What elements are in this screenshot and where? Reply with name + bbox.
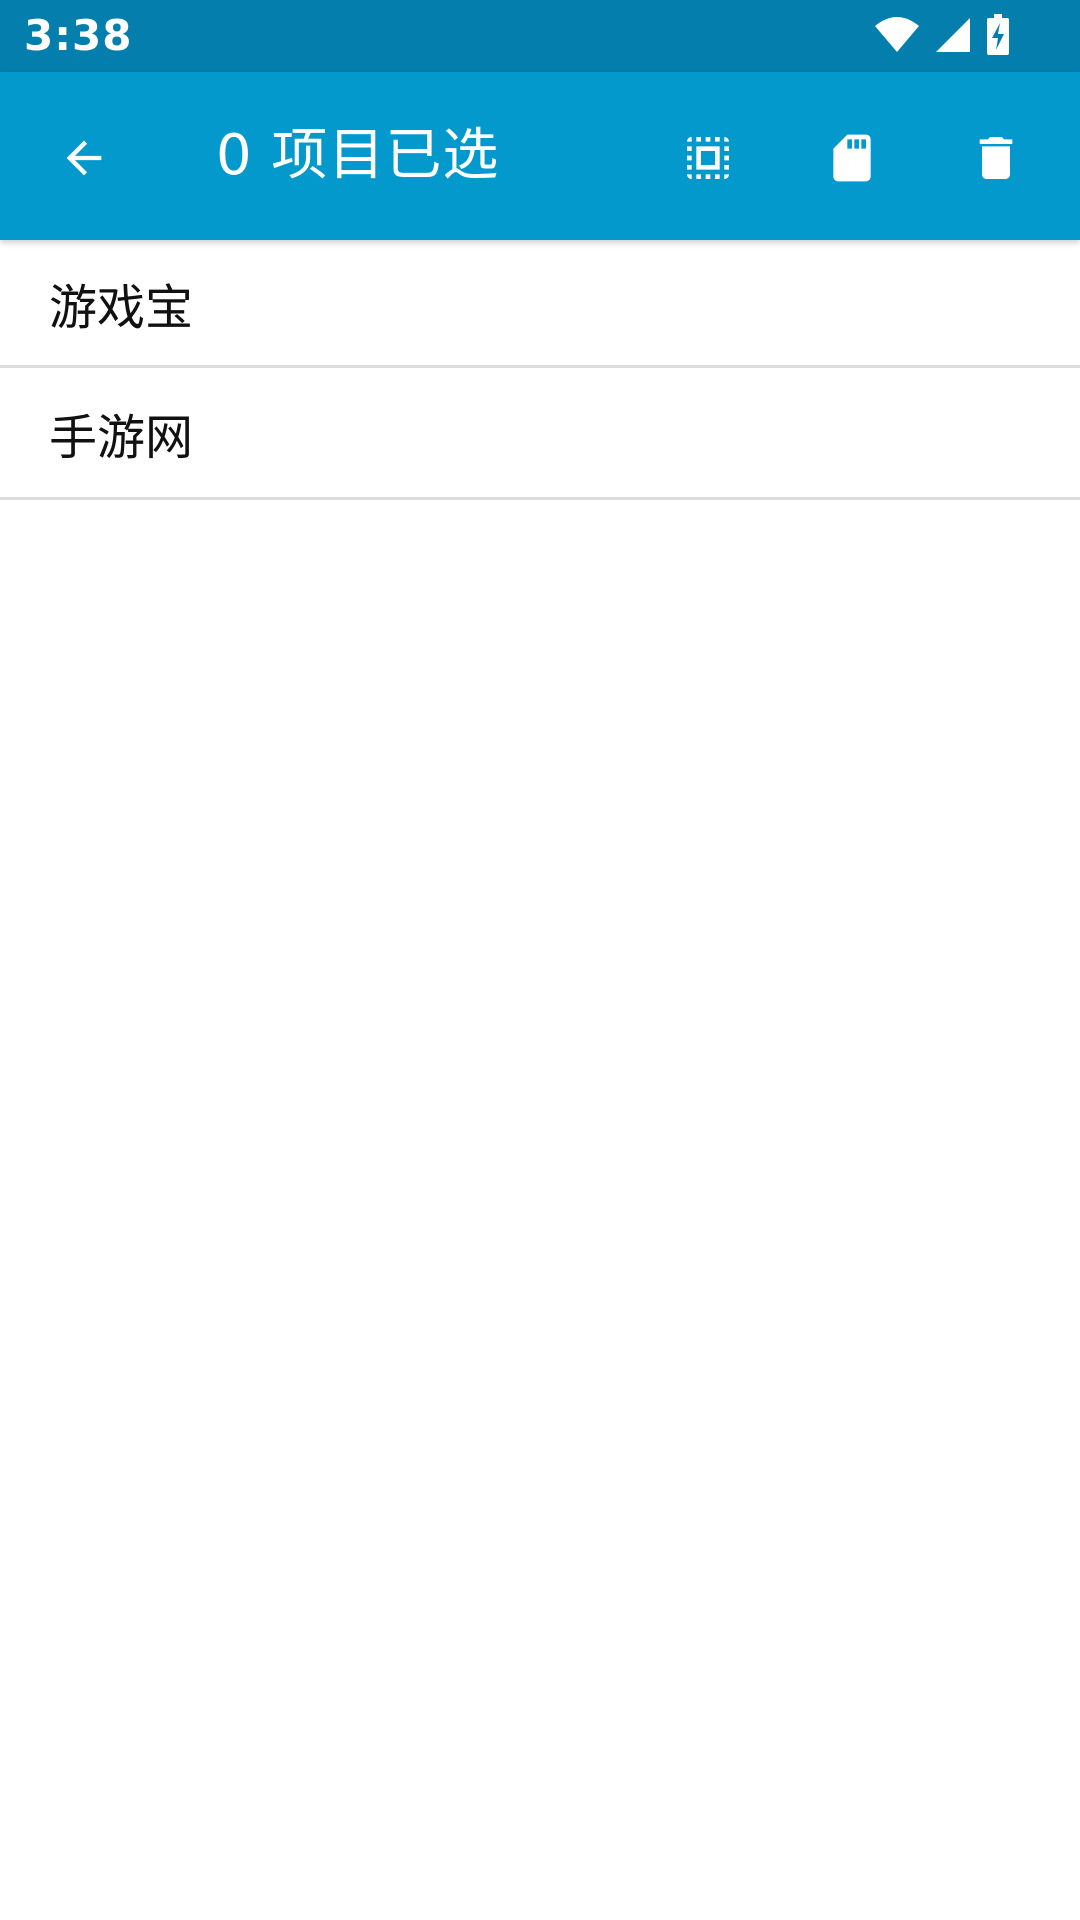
list-item-label: 手游网 [49, 409, 194, 466]
status-bar: 3:38 [0, 0, 1080, 72]
list-item[interactable]: 手游网 [0, 368, 1080, 500]
page-title: 0 项目已选 [216, 123, 500, 188]
sd-card-button[interactable] [804, 112, 900, 208]
wifi-icon [874, 16, 920, 54]
sd-card-icon [824, 130, 880, 190]
list-item[interactable]: 游戏宝 [0, 240, 1080, 368]
status-time: 3:38 [24, 11, 133, 60]
item-list: 游戏宝 手游网 [0, 240, 1080, 500]
arrow-back-icon [58, 132, 110, 188]
battery-charging-icon [986, 14, 1010, 56]
delete-button[interactable] [948, 112, 1044, 208]
select-all-icon [680, 130, 736, 190]
app-bar: 0 项目已选 [0, 72, 1080, 240]
select-all-button[interactable] [660, 112, 756, 208]
status-icons [874, 14, 1010, 56]
back-button[interactable] [36, 112, 132, 208]
signal-icon [934, 16, 972, 54]
list-item-label: 游戏宝 [49, 279, 194, 336]
delete-icon [968, 130, 1024, 190]
